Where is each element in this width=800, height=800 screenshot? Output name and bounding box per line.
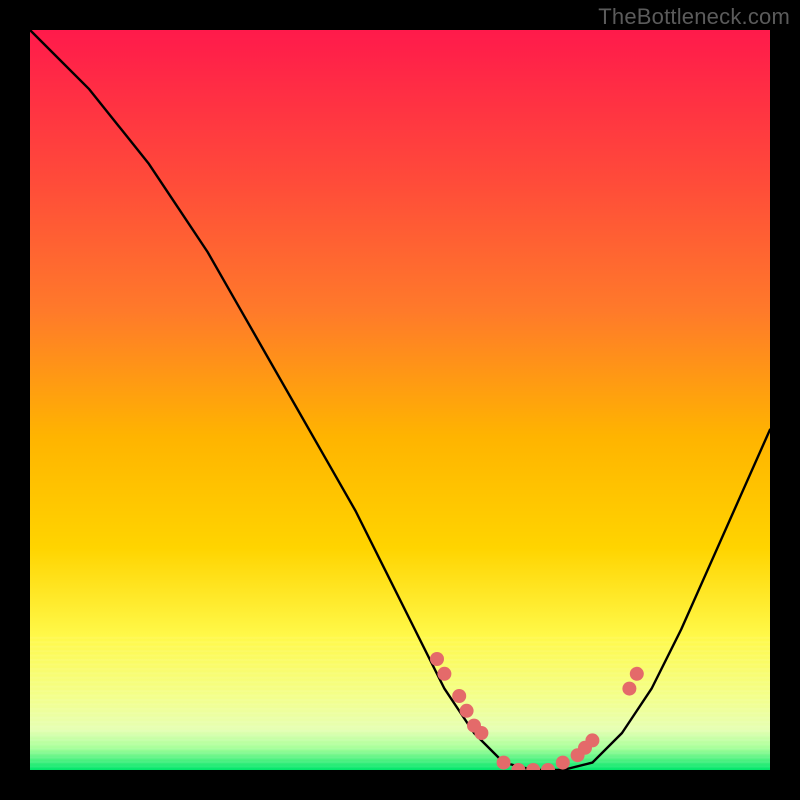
highlight-point	[585, 733, 599, 747]
watermark-text: TheBottleneck.com	[598, 4, 790, 30]
highlight-point	[460, 704, 474, 718]
highlight-point	[556, 756, 570, 770]
highlight-point	[630, 667, 644, 681]
highlight-point	[474, 726, 488, 740]
highlight-point	[452, 689, 466, 703]
highlight-point	[437, 667, 451, 681]
highlight-point	[430, 652, 444, 666]
highlight-point	[622, 682, 636, 696]
chart-stage: TheBottleneck.com	[0, 0, 800, 800]
bottleneck-chart	[30, 30, 770, 770]
highlight-point	[497, 756, 511, 770]
